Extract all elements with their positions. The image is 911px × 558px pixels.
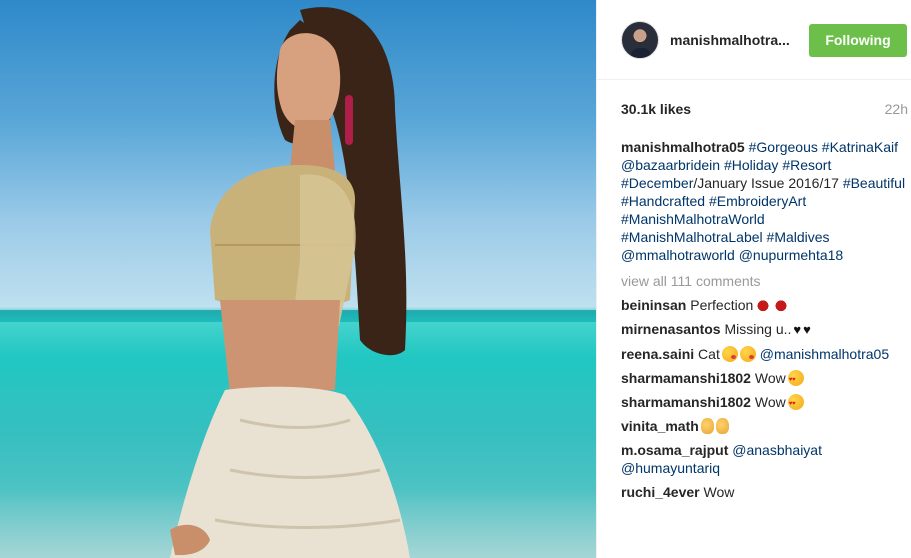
comment-text: Wow [754, 394, 786, 410]
comment-username[interactable]: mirnenasantos [621, 321, 721, 337]
caption-hashtag[interactable]: @mmalhotraworld [621, 247, 735, 263]
wink-emoji-icon [739, 346, 756, 362]
caption-hashtag[interactable]: #Maldives [767, 229, 830, 245]
comment-username[interactable]: ruchi_4ever [621, 484, 700, 500]
ok-emoji-icon [700, 418, 714, 434]
comment-username[interactable]: m.osama_rajput [621, 442, 728, 458]
likes-row: 30.1k likes 22h [621, 100, 911, 120]
post-time[interactable]: 22h [885, 101, 908, 117]
author-username[interactable]: manishmalhotra... [670, 32, 790, 48]
caption-hashtag[interactable]: #Gorgeous [749, 139, 818, 155]
comment-list: beininsan Perfection mirnenasantos Missin… [621, 296, 906, 501]
caption-username[interactable]: manishmalhotra05 [621, 139, 745, 155]
caption-hashtag[interactable]: #ManishMalhotraLabel [621, 229, 763, 245]
comment-text: Missing u.. [724, 321, 792, 337]
portrait-illustration [170, 7, 410, 558]
likes-count[interactable]: 30.1k likes [621, 101, 691, 117]
comment-text: Wow [703, 484, 735, 500]
comment-mention[interactable]: @manishmalhotra05 [760, 346, 889, 362]
love-emoji-icon [787, 370, 804, 389]
heart-emoji-icon: ♥ [803, 322, 811, 337]
caption-hashtag[interactable]: #ManishMalhotraWorld [621, 211, 765, 227]
view-all-comments-link[interactable]: view all 111 comments [621, 272, 906, 290]
caption-hashtag[interactable]: #Holiday [724, 157, 778, 173]
caption-hashtag[interactable]: @bazaarbridein [621, 157, 720, 173]
comment-text: Perfection [690, 297, 754, 313]
ok-emoji-icon [715, 418, 729, 434]
caption-hashtag[interactable]: #KatrinaKaif [822, 139, 898, 155]
caption: manishmalhotra05 #Gorgeous #KatrinaKaif … [621, 138, 906, 264]
caption-hashtag[interactable]: @nupurmehta18 [739, 247, 844, 263]
avatar[interactable] [621, 21, 659, 59]
kiss-emoji-icon [755, 297, 772, 313]
comment-item: mirnenasantos Missing u.. ♥ ♥ [621, 320, 906, 339]
comment-item: sharmamanshi1802 Wow [621, 393, 906, 413]
comment-item: m.osama_rajput @anasbhaiyat @humayuntari… [621, 441, 906, 477]
comment-username[interactable]: beininsan [621, 297, 686, 313]
comment-item: vinita_math [621, 417, 906, 435]
following-button[interactable]: Following [809, 24, 907, 57]
caption-hashtag[interactable]: #EmbroideryArt [709, 193, 806, 209]
post-header: manishmalhotra... Following [597, 0, 911, 80]
comments-section: manishmalhotra05 #Gorgeous #KatrinaKaif … [621, 138, 906, 507]
comment-username[interactable]: sharmamanshi1802 [621, 370, 751, 386]
kiss-emoji-icon [773, 297, 790, 313]
caption-hashtag[interactable]: #Handcrafted [621, 193, 705, 209]
comment-username[interactable]: reena.saini [621, 346, 694, 362]
comment-item: ruchi_4ever Wow [621, 483, 906, 501]
comment-text: Cat [698, 346, 720, 362]
heart-emoji-icon: ♥ [793, 322, 802, 337]
comment-item: sharmamanshi1802 Wow [621, 369, 906, 389]
comment-item: beininsan Perfection [621, 296, 906, 314]
comment-item: reena.saini Cat @manishmalhotra05 [621, 345, 906, 363]
wink-emoji-icon [721, 346, 738, 362]
comment-username[interactable]: vinita_math [621, 418, 699, 434]
post-photo[interactable] [0, 0, 596, 558]
caption-hashtag[interactable]: #Beautiful [843, 175, 905, 191]
caption-text: /January Issue 2016/17 [693, 175, 839, 191]
caption-hashtag[interactable]: #December [621, 175, 693, 191]
love-emoji-icon [787, 394, 804, 413]
comment-text: Wow [754, 370, 786, 386]
caption-hashtag[interactable]: #Resort [782, 157, 831, 173]
comment-username[interactable]: sharmamanshi1802 [621, 394, 751, 410]
post-sidebar: manishmalhotra... Following 30.1k likes … [596, 0, 911, 558]
